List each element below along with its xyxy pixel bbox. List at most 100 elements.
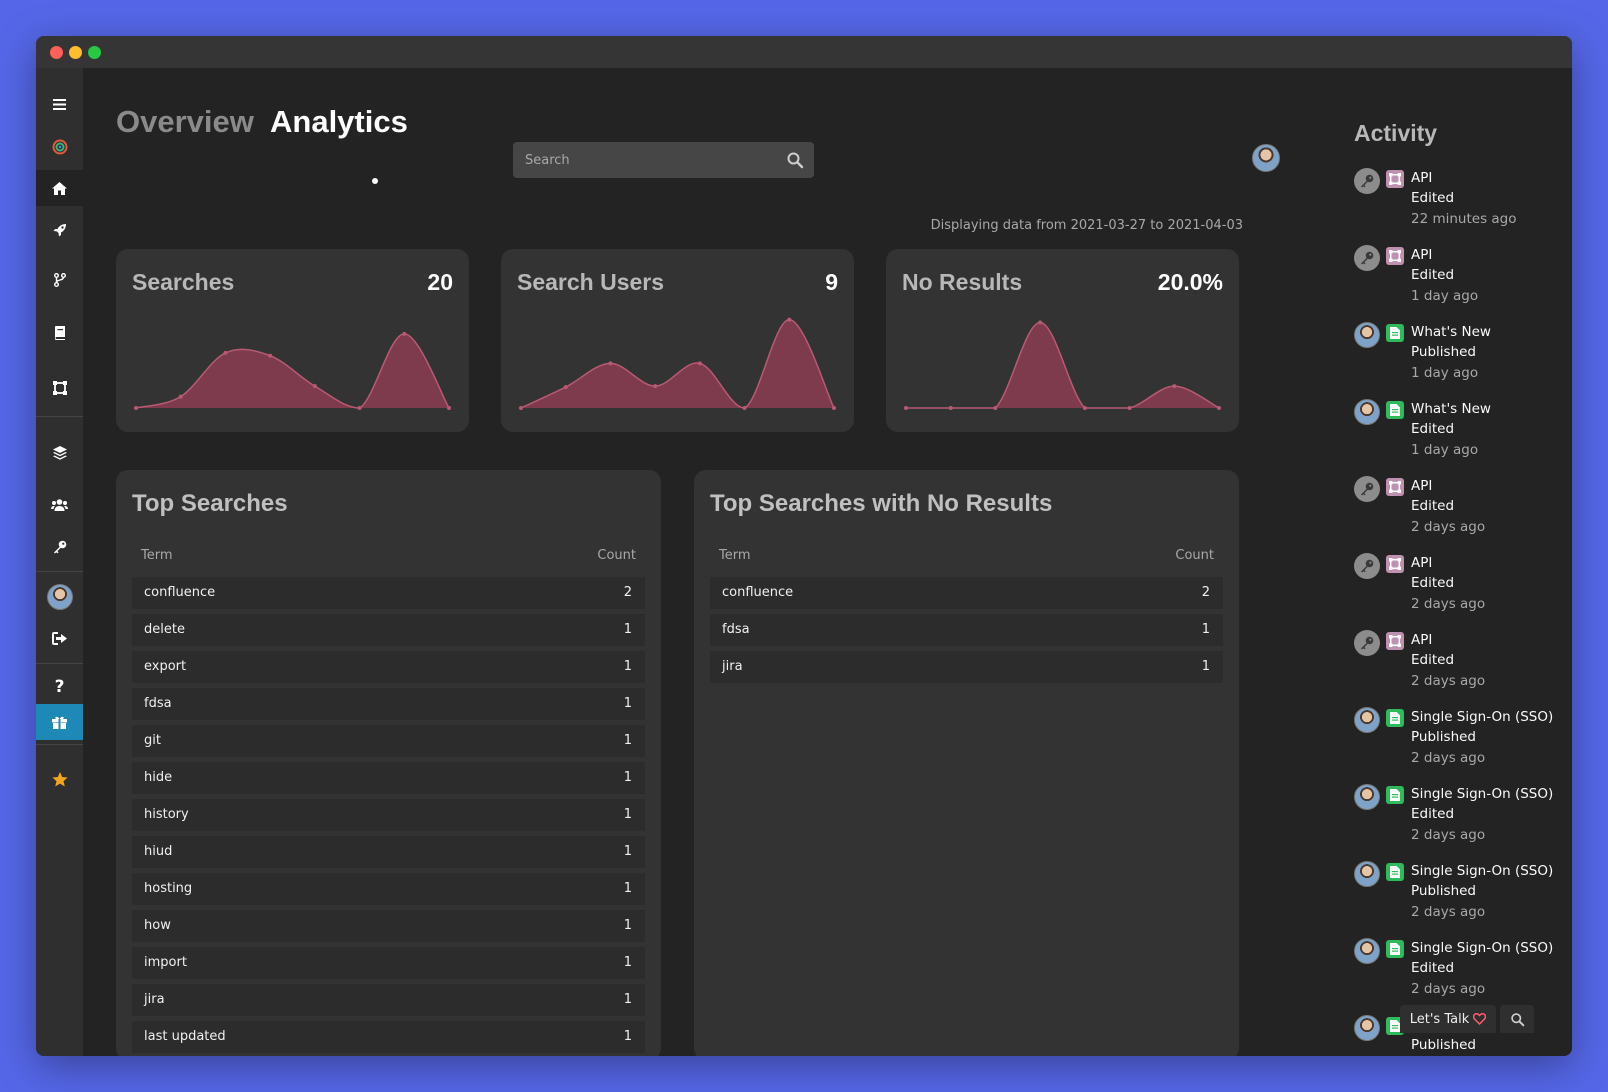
activity-timestamp: 2 days ago bbox=[1411, 981, 1486, 997]
activity-page-name[interactable]: API bbox=[1411, 247, 1432, 263]
activity-item[interactable]: API Edited 2 days ago bbox=[1354, 476, 1564, 552]
chart-point bbox=[402, 331, 407, 336]
activity-action: Published bbox=[1411, 883, 1476, 899]
lets-talk-label: Let's Talk bbox=[1409, 1011, 1470, 1027]
chart-point bbox=[742, 406, 747, 410]
activity-timestamp: 2 days ago bbox=[1411, 750, 1486, 766]
chart-point bbox=[697, 361, 702, 366]
sidebar-item-branches[interactable] bbox=[36, 262, 83, 298]
sidebar-item-docs[interactable] bbox=[36, 315, 83, 351]
activity-item[interactable]: What's New Edited 1 day ago bbox=[1354, 399, 1564, 475]
stat-label: Search Users bbox=[517, 269, 665, 295]
activity-item[interactable]: API Edited 2 days ago bbox=[1354, 553, 1564, 629]
table-row[interactable]: delete 1 bbox=[132, 614, 645, 646]
tab-analytics[interactable]: Analytics bbox=[270, 104, 408, 140]
sidebar-item-favorites[interactable] bbox=[36, 761, 83, 797]
sidebar-item-integrations[interactable] bbox=[36, 370, 83, 406]
lets-talk-button[interactable]: Let's Talk bbox=[1400, 1005, 1496, 1033]
count-cell: 1 bbox=[623, 1029, 632, 1044]
term-cell: git bbox=[144, 733, 161, 748]
term-cell: last updated bbox=[144, 1029, 226, 1044]
count-cell: 1 bbox=[623, 770, 632, 785]
activity-item[interactable]: Single Sign-On (SSO) Published 2 days ago bbox=[1354, 707, 1564, 783]
activity-item[interactable]: Single Sign-On (SSO) Edited 2 days ago bbox=[1354, 938, 1564, 1014]
table-row[interactable]: how 1 bbox=[132, 910, 645, 942]
activity-page-name[interactable]: Single Sign-On (SSO) bbox=[1411, 709, 1553, 725]
chart-point bbox=[653, 384, 658, 389]
chart-point bbox=[134, 406, 138, 410]
sidebar-item-sign-out[interactable] bbox=[36, 620, 83, 656]
sidebar-item-logo[interactable] bbox=[36, 129, 83, 165]
sidebar-item-profile[interactable] bbox=[36, 579, 83, 615]
sidebar-item-home[interactable] bbox=[36, 170, 83, 206]
search-input[interactable] bbox=[513, 142, 814, 178]
activity-page-name[interactable]: API bbox=[1411, 555, 1432, 571]
chart-point bbox=[993, 406, 998, 410]
activity-page-name[interactable]: What's New bbox=[1411, 324, 1491, 340]
search-icon[interactable] bbox=[786, 151, 804, 169]
count-cell: 1 bbox=[623, 696, 632, 711]
activity-page-name[interactable]: Single Sign-On (SSO) bbox=[1411, 863, 1553, 879]
sidebar-item-deploy[interactable] bbox=[36, 212, 83, 248]
chart-point bbox=[223, 350, 228, 355]
table-row[interactable]: hiud 1 bbox=[132, 836, 645, 868]
help-icon: ? bbox=[54, 677, 65, 697]
panel-title: Top Searches bbox=[132, 490, 288, 517]
sidebar-item-users[interactable] bbox=[36, 486, 83, 522]
term-cell: confluence bbox=[144, 585, 216, 600]
activity-item[interactable]: Single Sign-On (SSO) Edited 2 days ago bbox=[1354, 784, 1564, 860]
activity-timestamp: 2 days ago bbox=[1411, 596, 1486, 612]
table-row[interactable]: last updated 1 bbox=[132, 1021, 645, 1053]
main-content: Overview Analytics Displaying data from … bbox=[83, 68, 1280, 1056]
table-row[interactable]: hosting 1 bbox=[132, 873, 645, 905]
count-cell: 2 bbox=[1201, 585, 1210, 600]
key-icon bbox=[1354, 245, 1380, 271]
activity-item[interactable]: Single Sign-On (SSO) Published 2 days ago bbox=[1354, 861, 1564, 937]
count-cell: 1 bbox=[623, 844, 632, 859]
table-row[interactable]: export 1 bbox=[132, 651, 645, 683]
table-row[interactable]: fdsa 1 bbox=[710, 614, 1223, 646]
activity-page-name[interactable]: Single Sign-On (SSO) bbox=[1411, 786, 1553, 802]
searches-sparkline bbox=[134, 331, 451, 410]
activity-item[interactable]: API Edited 2 days ago bbox=[1354, 630, 1564, 706]
stat-value: 9 bbox=[825, 269, 838, 295]
stat-card-no-results: No Results 20.0% bbox=[886, 249, 1239, 432]
avatar bbox=[1354, 861, 1380, 887]
activity-action: Edited bbox=[1411, 960, 1455, 976]
sidebar-divider bbox=[36, 416, 83, 417]
table-row[interactable]: import 1 bbox=[132, 947, 645, 979]
activity-item[interactable]: What's New Published 1 day ago bbox=[1354, 322, 1564, 398]
sidebar-item-layers[interactable] bbox=[36, 435, 83, 471]
activity-item[interactable]: API Edited 1 day ago bbox=[1354, 245, 1564, 321]
activity-page-name[interactable]: Single Sign-On (SSO) bbox=[1411, 940, 1553, 956]
table-row[interactable]: history 1 bbox=[132, 799, 645, 831]
column-header-count: Count bbox=[597, 548, 636, 563]
chart-point bbox=[447, 406, 451, 410]
table-row[interactable]: git 1 bbox=[132, 725, 645, 757]
table-row[interactable]: jira 1 bbox=[710, 651, 1223, 683]
sidebar-item-api-keys[interactable] bbox=[36, 529, 83, 565]
user-avatar[interactable] bbox=[1252, 144, 1280, 172]
chart-point bbox=[519, 406, 523, 410]
activity-page-name[interactable]: What's New bbox=[1411, 401, 1491, 417]
tab-overview[interactable]: Overview bbox=[116, 104, 254, 140]
sidebar-item-help[interactable]: ? bbox=[36, 669, 83, 705]
activity-item[interactable]: API Edited 22 minutes ago bbox=[1354, 168, 1564, 244]
activity-page-name[interactable]: API bbox=[1411, 170, 1432, 186]
book-icon bbox=[54, 326, 65, 340]
table-row[interactable]: confluence 2 bbox=[710, 577, 1223, 609]
zoom-window-button[interactable] bbox=[88, 46, 101, 59]
activity-page-name[interactable]: API bbox=[1411, 478, 1432, 494]
activity-page-name[interactable]: API bbox=[1411, 632, 1432, 648]
sidebar-item-whats-new[interactable] bbox=[36, 704, 83, 740]
table-row[interactable]: confluence 2 bbox=[132, 577, 645, 609]
sidebar-menu-toggle[interactable] bbox=[36, 86, 83, 122]
search-box bbox=[513, 142, 814, 178]
help-search-button[interactable] bbox=[1500, 1005, 1534, 1033]
table-row[interactable]: hide 1 bbox=[132, 762, 645, 794]
minimize-window-button[interactable] bbox=[69, 46, 82, 59]
table-row[interactable]: fdsa 1 bbox=[132, 688, 645, 720]
close-window-button[interactable] bbox=[50, 46, 63, 59]
table-row[interactable]: jira 1 bbox=[132, 984, 645, 1016]
api-icon bbox=[1386, 555, 1404, 573]
